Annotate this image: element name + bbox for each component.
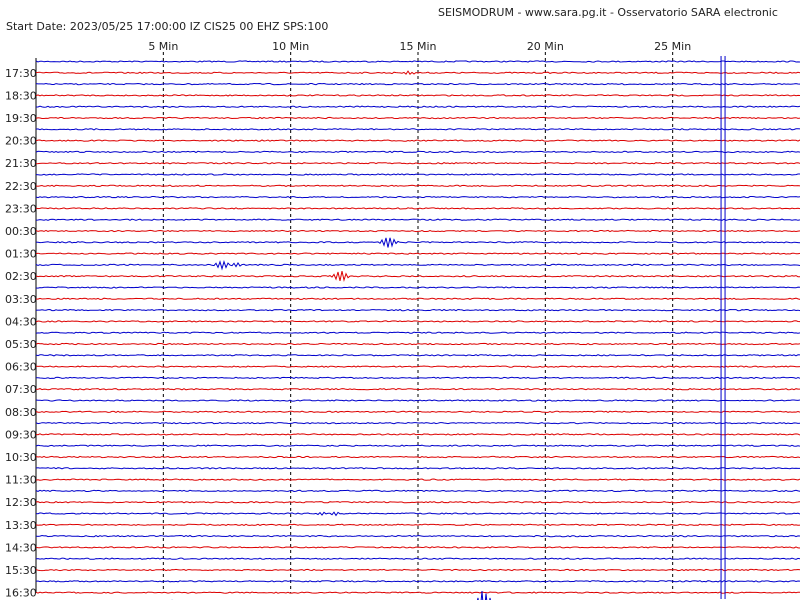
- seismic-trace: [35, 252, 800, 255]
- grid-lines: [35, 52, 674, 593]
- row-time-label: 22:30: [5, 180, 37, 193]
- seismic-trace: [35, 207, 800, 210]
- seismic-trace: [35, 591, 800, 594]
- row-time-label: 06:30: [5, 361, 37, 374]
- seismic-trace: [35, 534, 800, 538]
- seismogram-plot: 5 Min 10 Min 15 Min 20 Min 25 Min 17:30 18:30 1…: [5, 40, 800, 600]
- row-time-label: 04:30: [5, 315, 37, 328]
- seismic-trace: [35, 410, 800, 413]
- seismic-trace: [35, 139, 800, 142]
- seismic-trace: [35, 150, 800, 154]
- row-time-label: 02:30: [5, 270, 37, 283]
- x-tick-label: 25 Min: [654, 40, 691, 53]
- row-time-label: 10:30: [5, 451, 37, 464]
- seismic-trace: [35, 270, 800, 283]
- seismic-trace: [35, 546, 800, 549]
- label-group: 5 Min 10 Min 15 Min 20 Min 25 Min 17:30 18:30 1…: [5, 40, 691, 600]
- row-time-label: 13:30: [5, 519, 37, 532]
- row-time-label: 09:30: [5, 428, 37, 441]
- seismic-trace: [35, 320, 800, 323]
- seismic-trace: [35, 128, 800, 131]
- row-time-label: 16:30: [5, 587, 37, 600]
- row-time-label: 00:30: [5, 225, 37, 238]
- row-time-label: 15:30: [5, 564, 37, 577]
- seismic-trace: [35, 523, 800, 526]
- seismic-trace: [35, 421, 800, 425]
- row-time-label: 08:30: [5, 406, 37, 419]
- x-tick-label: 15 Min: [399, 40, 436, 53]
- row-time-label: 03:30: [5, 293, 37, 306]
- seismic-trace: [35, 557, 800, 560]
- row-time-label: 11:30: [5, 474, 37, 487]
- x-tick-label: 10 Min: [272, 40, 309, 53]
- x-tick-label: 20 Min: [527, 40, 564, 53]
- seismic-trace: [35, 331, 800, 334]
- seismic-trace: [35, 342, 800, 346]
- seismic-trace: [35, 455, 800, 459]
- row-time-label: 21:30: [5, 157, 37, 170]
- seismic-trace: [35, 229, 800, 233]
- seismic-trace: [35, 365, 800, 368]
- row-time-label: 14:30: [5, 541, 37, 554]
- row-time-label: 01:30: [5, 248, 37, 261]
- row-time-label: 19:30: [5, 112, 37, 125]
- seismic-trace: [35, 444, 800, 447]
- row-time-label: 23:30: [5, 202, 37, 215]
- row-time-label: 07:30: [5, 383, 37, 396]
- seismic-trace: [35, 433, 800, 436]
- x-tick-label: 5 Min: [148, 40, 178, 53]
- seismic-trace: [35, 60, 800, 63]
- row-time-label: 18:30: [5, 89, 37, 102]
- row-time-label: 20:30: [5, 135, 37, 148]
- row-time-label: 12:30: [5, 496, 37, 509]
- row-time-label: 05:30: [5, 338, 37, 351]
- row-time-label: 17:30: [5, 67, 37, 80]
